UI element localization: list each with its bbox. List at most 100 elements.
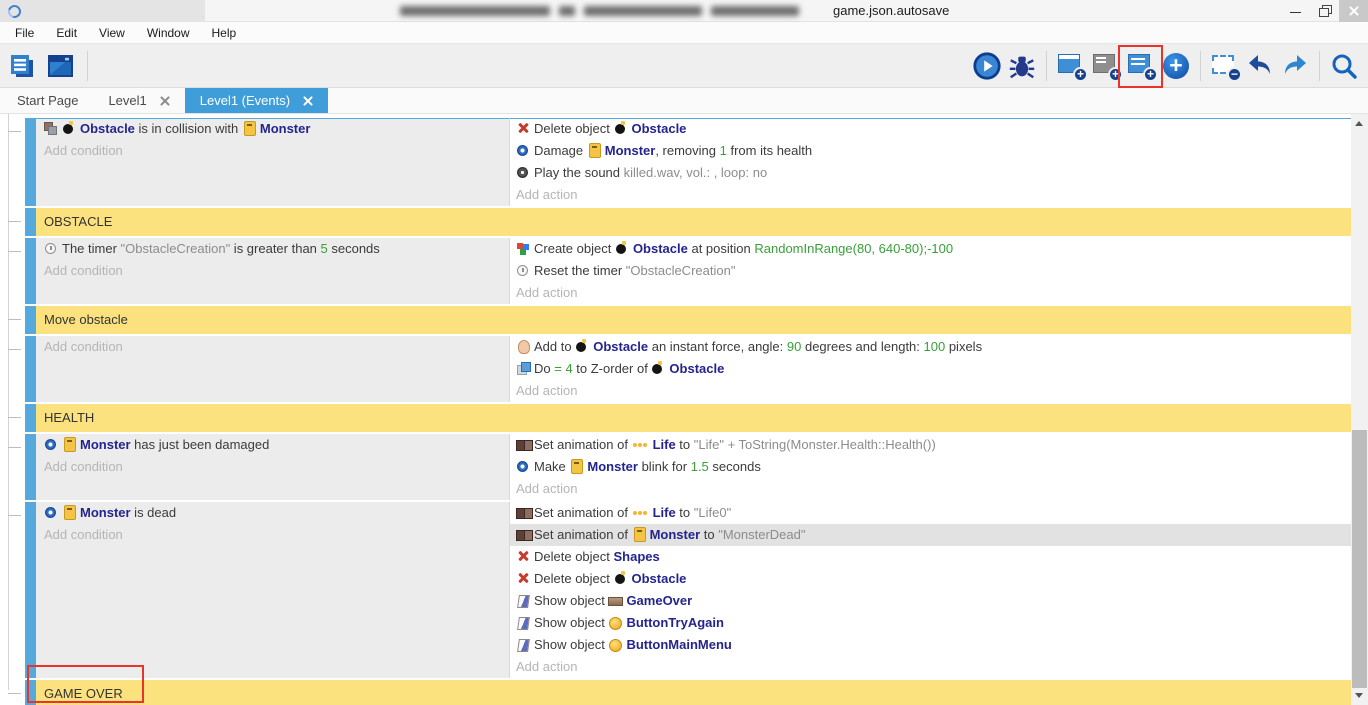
project-manager-icon[interactable] xyxy=(6,50,38,82)
conditions-column[interactable]: Monster has just been damagedAdd conditi… xyxy=(36,434,510,500)
menu-window[interactable]: Window xyxy=(136,22,201,44)
title-bar: game.json.autosave xyxy=(0,0,1368,22)
tree-tick xyxy=(8,693,21,694)
instruction-line[interactable]: Do = 4 to Z-order of Obstacle xyxy=(510,358,1351,380)
event-group-obstacle[interactable]: OBSTACLE xyxy=(25,208,1351,236)
add-comment-icon[interactable]: + xyxy=(1090,50,1122,82)
redacted-block xyxy=(400,6,550,16)
instruction-line[interactable]: Make Monster blink for 1.5 seconds xyxy=(510,456,1351,478)
add-instruction[interactable]: Add action xyxy=(510,656,1351,678)
delete-event-icon[interactable]: − xyxy=(1209,50,1241,82)
instruction-line[interactable]: Delete object Obstacle xyxy=(510,118,1351,140)
actions-column[interactable]: Set animation of Life to "Life0"Set anim… xyxy=(510,502,1351,678)
button-icon xyxy=(608,615,623,629)
actions-column[interactable]: Add to Obstacle an instant force, angle:… xyxy=(510,336,1351,402)
event-group-game-over[interactable]: GAME OVER xyxy=(25,680,1351,705)
undo-icon[interactable] xyxy=(1244,50,1276,82)
minimize-button[interactable] xyxy=(1281,0,1310,22)
add-sub-event-icon[interactable] xyxy=(1160,50,1192,82)
menu-view[interactable]: View xyxy=(88,22,136,44)
text-segment: to xyxy=(676,437,694,452)
event-row[interactable]: Add conditionAdd to Obstacle an instant … xyxy=(25,336,1351,402)
text-segment: Obstacle xyxy=(632,571,687,586)
actions-column[interactable]: Create object Obstacle at position Rando… xyxy=(510,238,1351,304)
text-segment: The timer xyxy=(62,241,121,256)
instruction-line[interactable]: Damage Monster, removing 1 from its heal… xyxy=(510,140,1351,162)
instruction-line[interactable]: Monster has just been damaged xyxy=(36,434,509,456)
tab-level1-events[interactable]: Level1 (Events) xyxy=(185,88,328,113)
add-instruction[interactable]: Add condition xyxy=(36,524,509,546)
instruction-line[interactable]: Set animation of Life to "Life0" xyxy=(510,502,1351,524)
add-instruction[interactable]: Add condition xyxy=(36,140,509,162)
maximize-button[interactable] xyxy=(1310,0,1339,22)
event-row[interactable]: The timer "ObstacleCreation" is greater … xyxy=(25,238,1351,304)
conditions-column[interactable]: Monster is deadAdd condition xyxy=(36,502,510,678)
instruction-line[interactable]: Delete object Obstacle xyxy=(510,568,1351,590)
instruction-line[interactable]: Monster is dead xyxy=(36,502,509,524)
text-segment: RandomInRange(80, 640-80);-100 xyxy=(754,241,953,256)
scroll-thumb[interactable] xyxy=(1352,430,1367,688)
instruction-line[interactable]: Reset the timer "ObstacleCreation" xyxy=(510,260,1351,282)
event-group-health[interactable]: HEALTH xyxy=(25,404,1351,432)
monster-icon xyxy=(569,459,584,473)
text-segment: Do xyxy=(534,361,554,376)
menu-edit[interactable]: Edit xyxy=(45,22,88,44)
close-button[interactable] xyxy=(1339,0,1368,22)
scroll-up-button[interactable] xyxy=(1351,116,1368,131)
conditions-column[interactable]: Obstacle is in collision with MonsterAdd… xyxy=(36,118,510,206)
conditions-column[interactable]: The timer "ObstacleCreation" is greater … xyxy=(36,238,510,304)
search-icon[interactable] xyxy=(1328,50,1360,82)
title-bar-left-segment xyxy=(0,0,205,22)
window-controls xyxy=(1281,0,1368,22)
instruction-line[interactable]: Set animation of Life to "Life" + ToStri… xyxy=(510,434,1351,456)
tab-close-icon[interactable] xyxy=(303,96,313,106)
start-page-icon[interactable] xyxy=(44,50,76,82)
redo-icon[interactable] xyxy=(1279,50,1311,82)
add-instruction[interactable]: Add action xyxy=(510,184,1351,206)
instruction-line[interactable]: Play the sound killed.wav, vol.: , loop:… xyxy=(510,162,1351,184)
instruction-line[interactable]: Show object ButtonTryAgain xyxy=(510,612,1351,634)
conditions-column[interactable]: Add condition xyxy=(36,336,510,402)
actions-column[interactable]: Set animation of Life to "Life" + ToStri… xyxy=(510,434,1351,500)
menu-help[interactable]: Help xyxy=(201,22,248,44)
bomb-icon xyxy=(614,571,629,585)
play-icon[interactable] xyxy=(971,50,1003,82)
actions-column[interactable]: Delete object ObstacleDamage Monster, re… xyxy=(510,118,1351,206)
tree-tick xyxy=(8,319,21,320)
text-segment: Monster xyxy=(650,527,701,542)
debug-icon[interactable] xyxy=(1006,50,1038,82)
scroll-down-button[interactable] xyxy=(1351,688,1368,703)
instruction-line[interactable]: Delete object Shapes xyxy=(510,546,1351,568)
monster-icon xyxy=(62,505,77,519)
text-segment: 100 xyxy=(924,339,946,354)
tree-tick xyxy=(8,349,21,350)
instruction-line[interactable]: Add to Obstacle an instant force, angle:… xyxy=(510,336,1351,358)
instruction-line[interactable]: Set animation of Monster to "MonsterDead… xyxy=(510,524,1351,546)
event-row[interactable]: Monster is deadAdd conditionSet animatio… xyxy=(25,502,1351,678)
instruction-line[interactable]: Show object ButtonMainMenu xyxy=(510,634,1351,656)
tab-start-page[interactable]: Start Page xyxy=(2,88,93,113)
add-event-icon[interactable]: + xyxy=(1125,50,1157,82)
add-instruction[interactable]: Add action xyxy=(510,380,1351,402)
instruction-line[interactable]: Obstacle is in collision with Monster xyxy=(36,118,509,140)
instruction-line[interactable]: Show object GameOver xyxy=(510,590,1351,612)
add-instruction[interactable]: Add condition xyxy=(36,336,509,358)
text-segment: 1 xyxy=(720,143,727,158)
add-instruction[interactable]: Add action xyxy=(510,478,1351,500)
add-instruction[interactable]: Add action xyxy=(510,282,1351,304)
event-row[interactable]: Obstacle is in collision with MonsterAdd… xyxy=(25,118,1351,206)
delete-icon xyxy=(516,549,531,563)
instruction-line[interactable]: Create object Obstacle at position Rando… xyxy=(510,238,1351,260)
window-title: game.json.autosave xyxy=(833,3,949,18)
add-object-icon[interactable]: + xyxy=(1055,50,1087,82)
add-instruction[interactable]: Add condition xyxy=(36,260,509,282)
tab-level1[interactable]: Level1 xyxy=(93,88,184,113)
event-group-move-obstacle[interactable]: Move obstacle xyxy=(25,306,1351,334)
menu-file[interactable]: File xyxy=(4,22,45,44)
event-row[interactable]: Monster has just been damagedAdd conditi… xyxy=(25,434,1351,500)
text-segment: is dead xyxy=(131,505,177,520)
vertical-scrollbar[interactable] xyxy=(1351,114,1368,705)
instruction-line[interactable]: The timer "ObstacleCreation" is greater … xyxy=(36,238,509,260)
tab-close-icon[interactable] xyxy=(160,96,170,106)
add-instruction[interactable]: Add condition xyxy=(36,456,509,478)
